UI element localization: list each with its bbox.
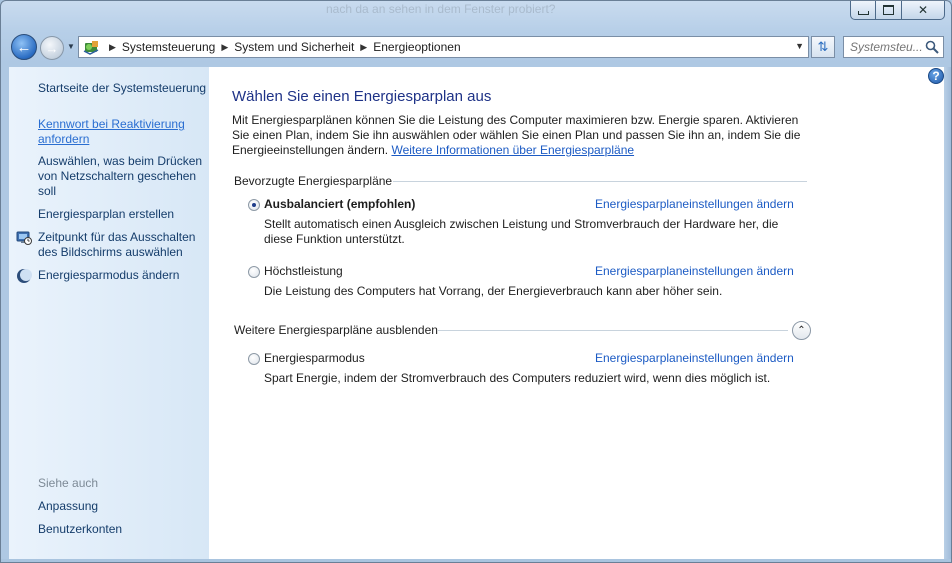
page-description: Mit Energiesparplänen können Sie die Lei…: [232, 113, 812, 158]
see-also-heading: Siehe auch: [38, 476, 99, 490]
background-window-text: nach da an sehen in dem Fenster probiert…: [326, 2, 556, 16]
breadcrumb-systemsteuerung[interactable]: Systemsteuerung: [122, 40, 215, 54]
moon-icon: [17, 269, 32, 283]
page-title: Wählen Sie einen Energiesparplan aus: [232, 88, 492, 105]
plan-settings-link-ausbalanciert[interactable]: Energiesparplaneinstellungen ändern: [595, 197, 794, 211]
plan-settings-link-hoechstleistung[interactable]: Energiesparplaneinstellungen ändern: [595, 264, 794, 278]
chevron-right-icon[interactable]: ▶: [109, 42, 116, 53]
section-divider: [438, 330, 788, 331]
radio-hoechstleistung[interactable]: [248, 266, 260, 278]
breadcrumb-system-und-sicherheit[interactable]: System und Sicherheit: [234, 40, 354, 54]
refresh-icon: ⇅: [817, 39, 829, 54]
refresh-button[interactable]: ⇅: [811, 36, 835, 58]
help-icon[interactable]: ?: [928, 68, 944, 84]
recent-pages-dropdown[interactable]: ▼: [67, 42, 75, 51]
chevron-down-icon[interactable]: ▼: [795, 41, 804, 51]
more-plans-header[interactable]: Weitere Energiesparpläne ausblenden: [234, 323, 438, 337]
chevron-up-icon: ⌃: [797, 325, 806, 336]
close-button[interactable]: ✕: [902, 1, 945, 20]
more-info-link[interactable]: Weitere Informationen über Energiesparpl…: [391, 143, 634, 157]
window-frame-bottom: [1, 559, 951, 562]
minimize-button[interactable]: [850, 1, 876, 20]
sidebar-link-plan-erstellen[interactable]: Energiesparplan erstellen: [38, 207, 208, 222]
address-bar[interactable]: ▶ Systemsteuerung ▶ System und Sicherhei…: [78, 36, 809, 58]
plan-desc-ausbalanciert: Stellt automatisch einen Ausgleich zwisc…: [264, 217, 779, 246]
chevron-right-icon[interactable]: ▶: [221, 42, 228, 53]
arrow-right-icon: →: [45, 40, 59, 56]
control-panel-icon: [81, 38, 101, 56]
task-pane: Startseite der Systemsteuerung Kennwort …: [9, 67, 209, 559]
forward-button[interactable]: →: [40, 36, 64, 60]
sidebar-link-netzschalter[interactable]: Auswählen, was beim Drücken von Netzscha…: [38, 154, 208, 199]
sidebar-link-kennwort[interactable]: Kennwort bei Reaktivierung anfordern: [38, 117, 208, 147]
close-icon: ✕: [917, 3, 929, 17]
collapse-button[interactable]: ⌃: [792, 321, 811, 340]
sidebar-link-bildschirm[interactable]: Zeitpunkt für das Ausschalten des Bildsc…: [38, 230, 208, 260]
breadcrumb-energieoptionen[interactable]: Energieoptionen: [373, 40, 460, 54]
preferred-plans-header: Bevorzugte Energiesparpläne: [234, 174, 393, 188]
radio-energiesparmodus[interactable]: [248, 353, 260, 365]
sidebar-home-link[interactable]: Startseite der Systemsteuerung: [38, 81, 208, 96]
caption-buttons: ✕: [850, 1, 945, 21]
plan-name-ausbalanciert[interactable]: Ausbalanciert (empfohlen): [264, 197, 415, 211]
plan-name-hoechstleistung[interactable]: Höchstleistung: [264, 264, 343, 278]
minimize-icon: [857, 11, 869, 15]
section-divider: [393, 181, 807, 182]
radio-ausbalanciert[interactable]: [248, 199, 260, 211]
maximize-icon: [883, 5, 894, 15]
plan-desc-energiesparmodus: Spart Energie, indem der Stromverbrauch …: [264, 371, 771, 385]
maximize-button[interactable]: [876, 1, 902, 20]
search-icon[interactable]: [925, 40, 939, 54]
sidebar-link-energiesparmodus[interactable]: Energiesparmodus ändern: [38, 268, 208, 283]
plan-name-energiesparmodus[interactable]: Energiesparmodus: [264, 351, 365, 365]
search-box[interactable]: [843, 36, 944, 58]
sidebar-link-anpassung[interactable]: Anpassung: [38, 499, 208, 514]
sidebar-link-benutzerkonten[interactable]: Benutzerkonten: [38, 522, 208, 537]
window-frame-right: [944, 67, 951, 559]
explorer-window: nach da an sehen in dem Fenster probiert…: [0, 0, 952, 563]
plan-settings-link-energiesparmodus[interactable]: Energiesparplaneinstellungen ändern: [595, 351, 794, 365]
display-clock-icon: [16, 231, 32, 245]
plan-desc-hoechstleistung: Die Leistung des Computers hat Vorrang, …: [264, 284, 723, 298]
chevron-right-icon[interactable]: ▶: [360, 42, 367, 53]
arrow-left-icon: ←: [16, 38, 32, 56]
search-input[interactable]: [850, 40, 928, 54]
back-button[interactable]: ←: [11, 34, 37, 60]
